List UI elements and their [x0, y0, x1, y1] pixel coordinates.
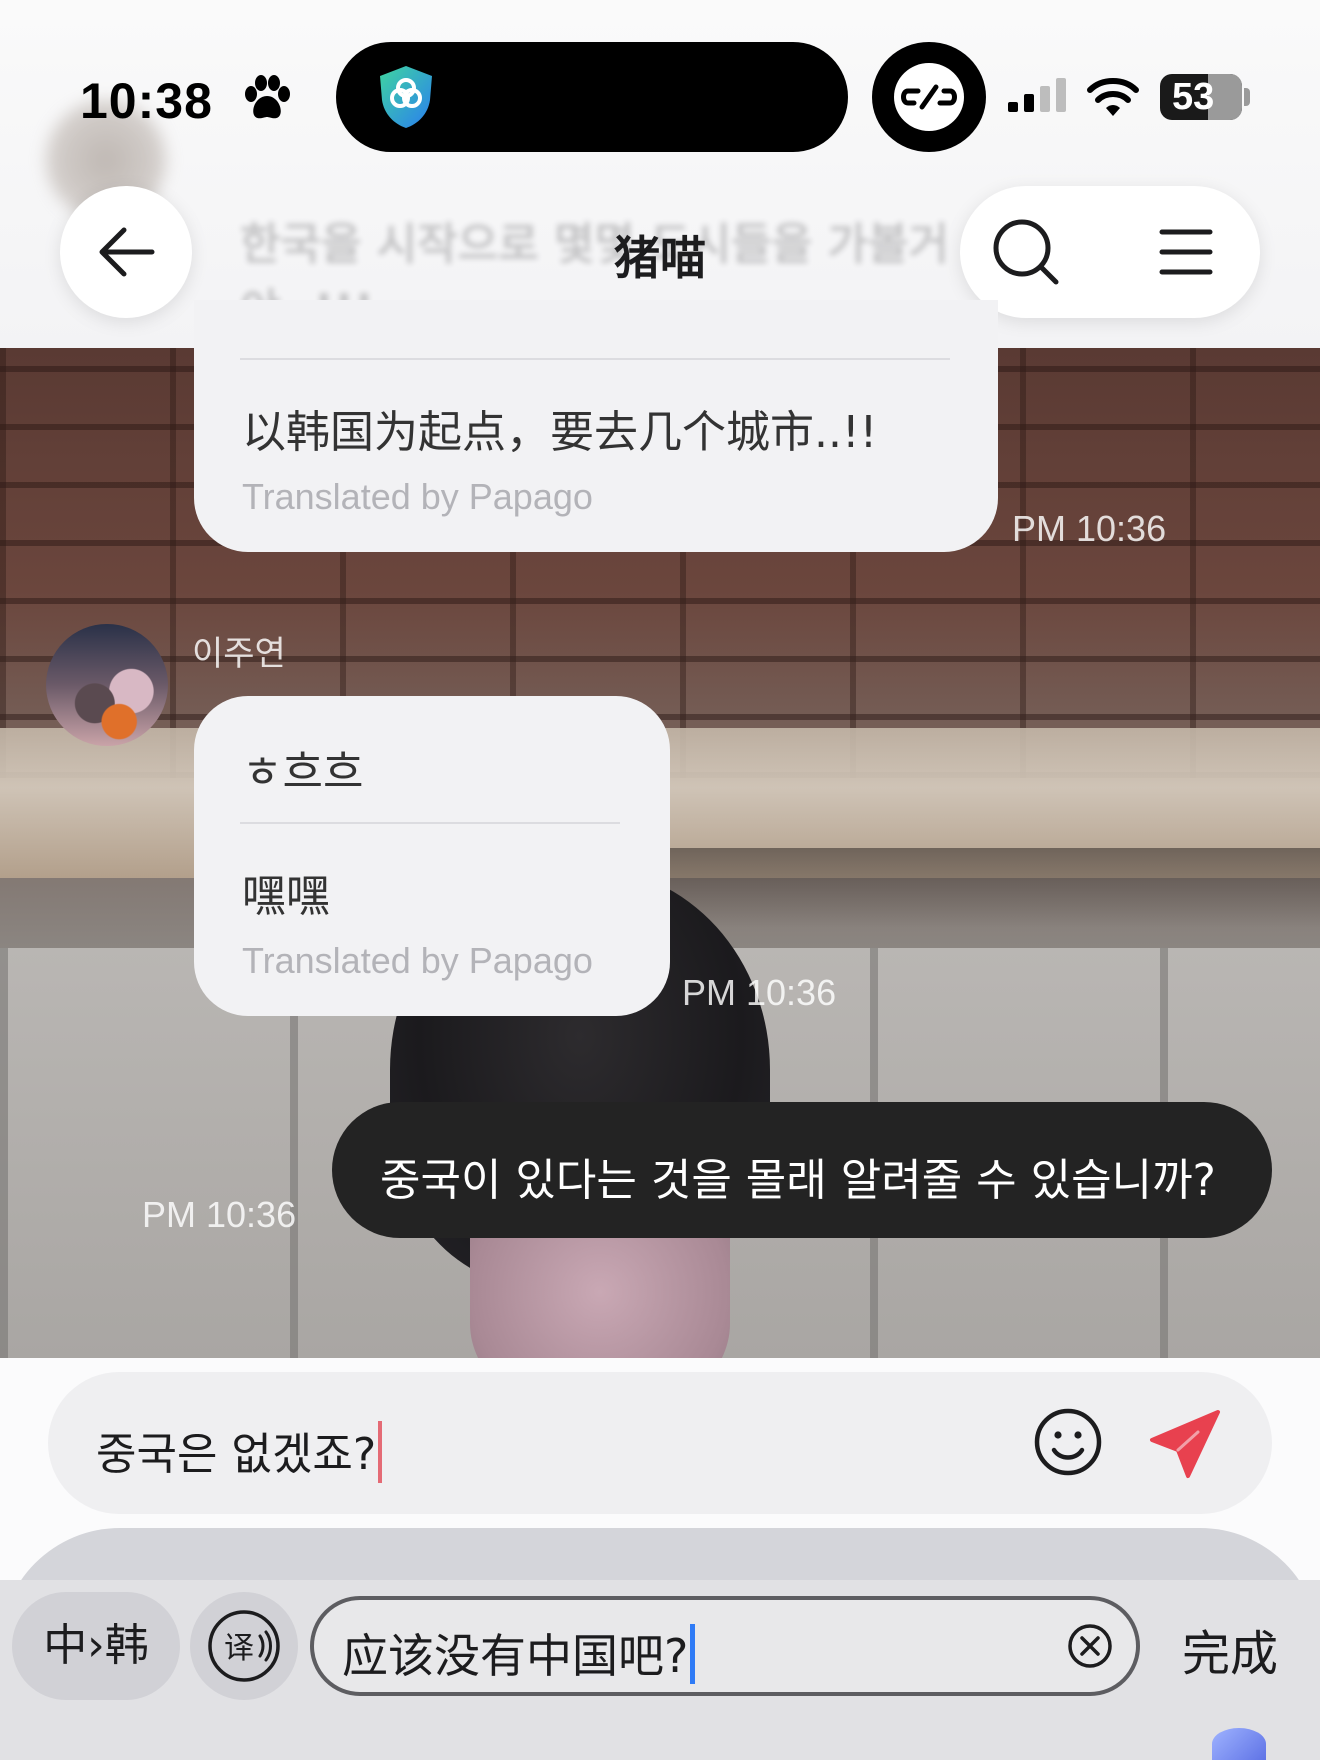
message-text: 중국이 있다는 것을 몰래 알려줄 수 있습니까? [380, 1155, 1216, 1206]
battery-tip [1244, 88, 1250, 106]
avatar[interactable] [46, 624, 168, 746]
message-timestamp: PM 10:36 [142, 1194, 297, 1235]
chat-title: 猪喵 [614, 231, 706, 285]
wifi-icon [1087, 78, 1139, 116]
paw-icon [245, 75, 290, 119]
message-bubble-incoming[interactable]: ㅎ흐흐 嘿嘿 Translated by Papago [194, 696, 670, 1016]
battery-icon: 53 [1160, 74, 1242, 120]
translation-input-text[interactable]: 应该没有中国吧? [342, 1620, 696, 1686]
back-button[interactable] [60, 186, 192, 318]
keyboard-mascot-icon [1212, 1728, 1266, 1760]
translate-icon: 译 [208, 1610, 280, 1682]
message-timestamp: PM 10:36 [682, 972, 837, 1013]
search-icon [993, 219, 1059, 285]
message-translation: 以韩国为起点，要去几个城市..!! [242, 407, 878, 458]
translation-divider [240, 822, 620, 824]
battery-level: 53 [1172, 76, 1215, 118]
vpn-shield-icon [380, 66, 432, 128]
message-input-text[interactable]: 중국은 없겠죠? [96, 1418, 383, 1483]
translated-by-label: Translated by Papago [242, 476, 593, 517]
clear-circle-icon [1068, 1624, 1112, 1668]
menu-button[interactable] [1150, 216, 1222, 288]
translated-by-label: Translated by Papago [242, 940, 593, 981]
smiley-icon [1034, 1408, 1102, 1476]
message-bubble-outgoing[interactable]: 중국이 있다는 것을 몰래 알려줄 수 있습니까? [332, 1102, 1272, 1238]
message-translation: 嘿嘿 [242, 871, 330, 922]
message-input[interactable]: 중국은 없겠죠? [48, 1372, 1272, 1514]
status-time: 10:38 [80, 73, 213, 129]
menu-icon [1159, 229, 1213, 275]
message-original: ㅎ흐흐 [242, 747, 364, 798]
translate-button[interactable]: 译 [190, 1592, 298, 1700]
arrow-left-icon [99, 227, 155, 277]
search-button[interactable] [990, 216, 1062, 288]
cellular-signal-icon [1008, 78, 1066, 112]
send-icon [1150, 1410, 1220, 1478]
clear-button[interactable] [1066, 1622, 1114, 1670]
message-timestamp: PM 10:36 [1012, 508, 1167, 549]
message-input-value: 중국은 없겠죠? [96, 1429, 377, 1480]
done-button[interactable]: 完成 [1182, 1614, 1278, 1684]
sender-name: 이주연 [192, 634, 286, 674]
send-button[interactable] [1148, 1406, 1224, 1482]
text-caret [690, 1624, 696, 1684]
svg-text:译: 译 [224, 1631, 254, 1666]
translation-input-value: 应该没有中国吧? [342, 1629, 689, 1683]
language-pair-button[interactable]: 中›韩 [12, 1592, 180, 1700]
link-icon [901, 84, 957, 110]
translation-divider [240, 358, 950, 360]
text-caret [378, 1421, 383, 1483]
link-status-badge [872, 42, 986, 152]
message-bubble-incoming[interactable]: 以韩国为起点，要去几个城市..!! Translated by Papago [194, 300, 998, 552]
emoji-button[interactable] [1032, 1406, 1104, 1478]
translation-input[interactable]: 应该没有中国吧? [310, 1596, 1140, 1696]
header-actions [960, 186, 1260, 318]
